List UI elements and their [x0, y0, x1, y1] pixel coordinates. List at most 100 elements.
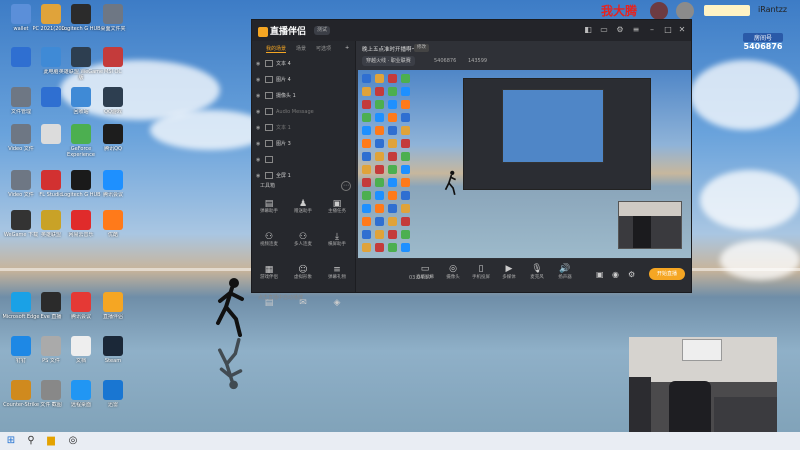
- room-label: 房间号: [743, 33, 783, 42]
- windows-start-icon[interactable]: ⊞: [4, 434, 18, 448]
- menu-icon[interactable]: ≡: [631, 25, 641, 35]
- file-explorer-icon[interactable]: ▆: [44, 434, 58, 448]
- room-number: 5406876: [743, 42, 783, 51]
- tool-button[interactable]: ♟ 赠送助手: [288, 199, 318, 221]
- live-streaming-app-window: 直播伴侣 测试 ◧ ▭ ⚙ ≡ – □ ✕ 我的场景 场景 可选项 + ◉ 文本 …: [251, 19, 692, 308]
- close-icon[interactable]: ✕: [677, 25, 687, 35]
- preview-icon: [375, 139, 384, 148]
- layer-item[interactable]: ◉ 图片 3: [256, 139, 348, 150]
- add-scene-icon[interactable]: +: [345, 45, 349, 51]
- runner-silhouette: [216, 278, 244, 337]
- tool-button[interactable]: ⚇ 多人连麦: [288, 232, 318, 254]
- control-button[interactable]: ▯ 手机投屏: [468, 264, 494, 288]
- nested-preview: [463, 78, 651, 190]
- layer-item[interactable]: ◉ 全屏 1: [256, 171, 348, 182]
- tool-button[interactable]: ⚇ 视频连麦: [254, 232, 284, 254]
- stream-title[interactable]: 晚上五点准时开播啊～: [362, 45, 417, 53]
- tool-button[interactable]: ≡ 弹幕礼物: [322, 265, 352, 287]
- desktop-icon[interactable]: 桌面文件夹: [90, 2, 136, 46]
- tool-button[interactable]: ▦ 游戏伴侣: [254, 265, 284, 287]
- desktop-icon[interactable]: 优酷: [90, 208, 136, 252]
- layer-item[interactable]: ◉: [256, 155, 348, 166]
- layer-item[interactable]: ◉ Audio Message: [256, 107, 348, 118]
- control-button[interactable]: ◎ 摄像头: [440, 264, 466, 288]
- preview-icon: [401, 230, 410, 239]
- lock-icon[interactable]: ◧: [583, 25, 593, 35]
- preview-icon: [401, 178, 410, 187]
- preview-icon: [375, 217, 384, 226]
- avatar: [650, 2, 668, 20]
- layer-label: 图片 4: [276, 77, 291, 83]
- control-bar: ▭ 直播屏幕 ◎ 摄像头 ▯ 手机投屏 ▶ 多媒体 🎙 麦克风 🔊 扬声器 ▣ ◉ ⚙ 开始直播: [356, 259, 691, 292]
- tool-button[interactable]: ▤ 弹幕助手: [254, 199, 284, 221]
- desktop-icon[interactable]: 迅雷: [90, 378, 136, 422]
- tool-icon: ⤓: [335, 232, 339, 242]
- eye-icon[interactable]: ◉: [256, 107, 262, 118]
- tool-icon: ♟: [298, 199, 308, 209]
- category-tab[interactable]: 穿越火线 · 职业联赛: [362, 56, 415, 66]
- more-icon[interactable]: ⋯: [341, 181, 351, 191]
- preview-icon: [375, 243, 384, 252]
- settings-icon[interactable]: ⚙: [615, 25, 625, 35]
- desktop-icon[interactable]: 腾讯QQ: [90, 122, 136, 166]
- layer-label: Audio Message: [276, 109, 314, 115]
- desktop-icon[interactable]: 腾讯会议: [90, 168, 136, 212]
- eye-icon[interactable]: ◉: [256, 75, 262, 86]
- desktop-icon[interactable]: MSI OC: [90, 45, 136, 89]
- viewer-count: 143599: [468, 58, 488, 64]
- eye-icon[interactable]: ◉: [256, 91, 262, 102]
- tool-label: 虚拟形象: [294, 275, 312, 280]
- desktop-icon-label: 直播伴侣: [102, 314, 123, 320]
- preview-icon: [362, 100, 371, 109]
- eye-icon[interactable]: ◉: [256, 59, 262, 70]
- control-button[interactable]: ▶ 多媒体: [496, 264, 522, 288]
- control-button[interactable]: 🎙 麦克风: [524, 264, 550, 288]
- eye-icon[interactable]: ◉: [256, 155, 262, 166]
- desktop-icon[interactable]: 直播伴侣: [90, 290, 136, 334]
- maximize-icon[interactable]: □: [663, 25, 673, 35]
- edit-title-button[interactable]: 修改: [414, 44, 429, 52]
- preview-icon: [388, 243, 397, 252]
- layer-item[interactable]: ◉ 文本 1: [256, 123, 348, 134]
- layer-item[interactable]: ◉ 图片 4: [256, 75, 348, 86]
- preview-icon: [362, 126, 371, 135]
- tool-button[interactable]: ✉: [288, 298, 318, 320]
- tool-button[interactable]: ☺ 虚拟形象: [288, 265, 318, 287]
- logitech-icon[interactable]: ◎: [66, 434, 80, 448]
- tool-icon: ▦: [264, 265, 274, 275]
- app-icon: [103, 292, 123, 312]
- eye-icon[interactable]: ◉: [256, 123, 262, 134]
- layer-item[interactable]: ◉ 文本 4: [256, 59, 348, 70]
- app-icon: [71, 292, 91, 312]
- layer-type-icon: [265, 172, 273, 179]
- tool-button[interactable]: ⤓ 横屏助手: [322, 232, 352, 254]
- desktop-icon-label: 腾讯会议: [102, 192, 123, 198]
- tab-options[interactable]: 可选项: [316, 45, 331, 52]
- beauty-icon[interactable]: ◉: [612, 270, 619, 279]
- tool-button[interactable]: ▣ 主播任务: [322, 199, 352, 221]
- tool-label: 赠送助手: [294, 209, 312, 214]
- layer-item[interactable]: ◉ 摄像头 1: [256, 91, 348, 102]
- control-button[interactable]: 🔊 扬声器: [552, 264, 578, 288]
- eye-icon[interactable]: ◉: [256, 171, 262, 182]
- app-icon: [103, 87, 123, 107]
- tool-button[interactable]: ◈: [322, 298, 352, 320]
- room-id: 5406876: [434, 58, 457, 64]
- tab-my-scenes[interactable]: 我的场景: [266, 45, 287, 53]
- eye-icon[interactable]: ◉: [256, 139, 262, 150]
- tool-label: 横屏助手: [328, 242, 346, 247]
- screen-icon[interactable]: ▭: [599, 25, 609, 35]
- preview-icon: [388, 74, 397, 83]
- start-live-button[interactable]: 开始直播: [649, 268, 685, 280]
- desktop-icon[interactable]: Steam: [90, 334, 136, 378]
- control-label: 摄像头: [446, 275, 460, 280]
- record-icon[interactable]: ▣: [596, 270, 604, 279]
- preview-icon: [375, 152, 384, 161]
- search-icon[interactable]: ⚲: [24, 434, 38, 448]
- minimize-icon[interactable]: –: [647, 25, 657, 35]
- tab-scenes[interactable]: 场景: [296, 45, 306, 52]
- settings-icon[interactable]: ⚙: [628, 270, 635, 279]
- tool-label: 弹幕助手: [260, 209, 278, 214]
- tool-button[interactable]: ▤: [254, 298, 284, 320]
- desktop-icon-label: QQ游戏: [104, 109, 122, 115]
